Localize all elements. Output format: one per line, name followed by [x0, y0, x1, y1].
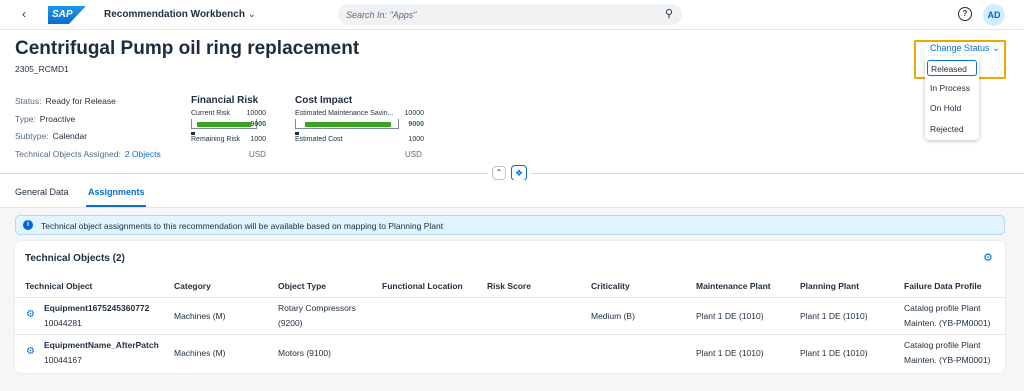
- shell-bar: ‹ SAP Recommendation Workbench ⌄ Search I…: [0, 0, 1024, 30]
- category-cell: Machines (M): [174, 348, 226, 358]
- financial-risk-title: Financial Risk: [191, 95, 259, 106]
- menu-item-in-process[interactable]: In Process: [930, 83, 970, 93]
- info-message-text: Technical object assignments to this rec…: [41, 221, 444, 231]
- menu-item-released[interactable]: Released: [927, 60, 977, 76]
- type-label: Type:: [15, 114, 36, 124]
- search-input[interactable]: Search In: "Apps" ⚲: [338, 4, 682, 25]
- cost-impact-unit: USD: [405, 150, 422, 159]
- page-title: Centrifugal Pump oil ring replacement: [15, 38, 360, 59]
- column-header-criticality[interactable]: Criticality: [591, 281, 630, 291]
- chevron-down-icon: ⌄: [247, 9, 256, 19]
- chevron-down-icon: ⌄: [992, 43, 1000, 53]
- status-value: Ready for Release: [45, 96, 116, 106]
- object-id: 2305_RCMD1: [15, 64, 69, 74]
- column-header-maintenance-plant[interactable]: Maintenance Plant: [696, 281, 771, 291]
- maintenance-plant-cell: Plant 1 DE (1010): [696, 348, 764, 358]
- maintenance-plant-cell: Plant 1 DE (1010): [696, 311, 764, 321]
- table-title: Technical Objects (2): [25, 253, 125, 264]
- object-type-cell: Rotary Compressors: [278, 303, 356, 313]
- current-risk-value: 9000: [250, 121, 266, 128]
- column-header-failure-data-profile[interactable]: Failure Data Profile: [904, 281, 981, 291]
- column-header-functional-location[interactable]: Functional Location: [382, 281, 463, 291]
- tab-general-data[interactable]: General Data: [15, 187, 69, 197]
- app-title: Recommendation Workbench: [104, 9, 245, 20]
- gear-icon[interactable]: ⚙: [983, 251, 993, 264]
- estimated-cost-label: Estimated Cost: [295, 136, 343, 143]
- pin-icon: ❖: [514, 168, 524, 178]
- table-row[interactable]: ⚙ Equipment1675245360772 10044281 Machin…: [15, 297, 1005, 334]
- technical-object-id: 10044167: [44, 355, 82, 365]
- subtype-label: Subtype:: [15, 131, 49, 141]
- collapse-header-button[interactable]: ⌃: [492, 166, 506, 180]
- column-header-category[interactable]: Category: [174, 281, 211, 291]
- column-header-technical-object[interactable]: Technical Object: [25, 281, 92, 291]
- criticality-cell: Medium (B): [591, 311, 635, 321]
- change-status-button[interactable]: Change Status ⌄: [930, 43, 1000, 54]
- status-attribute: Status: Ready for Release: [15, 96, 116, 106]
- info-message-strip: i Technical object assignments to this r…: [15, 215, 1005, 235]
- pin-header-button[interactable]: ❖: [511, 165, 527, 181]
- chevron-up-icon: ⌃: [495, 168, 503, 177]
- active-tab-indicator: [86, 205, 146, 207]
- category-cell: Machines (M): [174, 311, 226, 321]
- header-divider-left: [0, 173, 488, 174]
- technical-objects-link[interactable]: 2 Objects: [125, 149, 161, 159]
- info-icon: i: [23, 220, 33, 230]
- avatar[interactable]: AD: [983, 4, 1005, 26]
- header-divider-right: [531, 173, 1024, 174]
- failure-data-profile-code: Mainten. (YB-PM0001): [904, 355, 991, 365]
- remaining-risk-value: 1000: [250, 136, 266, 143]
- search-icon[interactable]: ⚲: [665, 7, 673, 20]
- status-label: Status:: [15, 96, 42, 106]
- help-icon[interactable]: ?: [958, 7, 972, 21]
- estimated-cost-bar: [295, 132, 299, 135]
- menu-item-rejected[interactable]: Rejected: [930, 124, 964, 134]
- column-header-risk-score[interactable]: Risk Score: [487, 281, 531, 291]
- failure-data-profile-code: Mainten. (YB-PM0001): [904, 318, 991, 328]
- tab-assignments[interactable]: Assignments: [88, 187, 145, 197]
- table-row[interactable]: ⚙ EquipmentName_AfterPatch 10044167 Mach…: [15, 334, 1005, 371]
- estimated-savings-label: Estimated Maintenance Savin...: [295, 110, 394, 117]
- cost-impact-title: Cost Impact: [295, 95, 353, 106]
- remaining-risk-label: Remaining Risk: [191, 136, 241, 143]
- back-icon[interactable]: ‹: [22, 7, 26, 21]
- technical-objects-label: Technical Objects Assigned:: [15, 149, 121, 159]
- planning-plant-cell: Plant 1 DE (1010): [800, 348, 868, 358]
- planning-plant-cell: Plant 1 DE (1010): [800, 311, 868, 321]
- estimated-cost-value: 1000: [408, 136, 424, 143]
- equipment-icon: ⚙: [26, 309, 35, 320]
- failure-data-profile-cell: Catalog profile Plant: [904, 303, 981, 313]
- object-type-code: (9200): [278, 318, 303, 328]
- remaining-risk-bar: [191, 132, 195, 135]
- estimated-savings-max: 10000: [404, 110, 424, 117]
- logo-text: SAP: [52, 9, 73, 20]
- change-status-label: Change Status: [930, 43, 990, 53]
- change-status-menu: Released In Process On Hold Rejected: [925, 56, 979, 140]
- technical-object-name[interactable]: EquipmentName_AfterPatch: [44, 338, 159, 353]
- current-risk-max: 10000: [246, 110, 266, 117]
- estimated-savings-value: 9000: [408, 121, 424, 128]
- subtype-value: Calendar: [52, 131, 88, 141]
- column-header-object-type[interactable]: Object Type: [278, 281, 326, 291]
- app-title-menu[interactable]: Recommendation Workbench ⌄: [104, 9, 256, 20]
- menu-item-on-hold[interactable]: On Hold: [930, 103, 961, 113]
- equipment-icon: ⚙: [26, 346, 35, 357]
- search-placeholder: Search In: "Apps": [346, 10, 417, 20]
- technical-objects-attribute: Technical Objects Assigned: 2 Objects: [15, 149, 161, 159]
- type-attribute: Type: Proactive: [15, 114, 75, 124]
- type-value: Proactive: [39, 114, 76, 124]
- technical-objects-table: Technical Objects (2) ⚙ Technical Object…: [15, 241, 1005, 373]
- technical-object-id: 10044281: [44, 318, 82, 328]
- column-header-planning-plant[interactable]: Planning Plant: [800, 281, 859, 291]
- estimated-savings-bar-fill: [305, 122, 391, 127]
- failure-data-profile-cell: Catalog profile Plant: [904, 340, 981, 350]
- current-risk-label: Current Risk: [191, 110, 230, 117]
- tab-bar: General Data Assignments: [0, 180, 1024, 208]
- technical-object-name[interactable]: Equipment1675245360772: [44, 301, 149, 316]
- financial-risk-unit: USD: [249, 150, 266, 159]
- sap-logo[interactable]: SAP: [48, 6, 86, 24]
- subtype-attribute: Subtype: Calendar: [15, 131, 87, 141]
- object-type-cell: Motors (9100): [278, 348, 331, 358]
